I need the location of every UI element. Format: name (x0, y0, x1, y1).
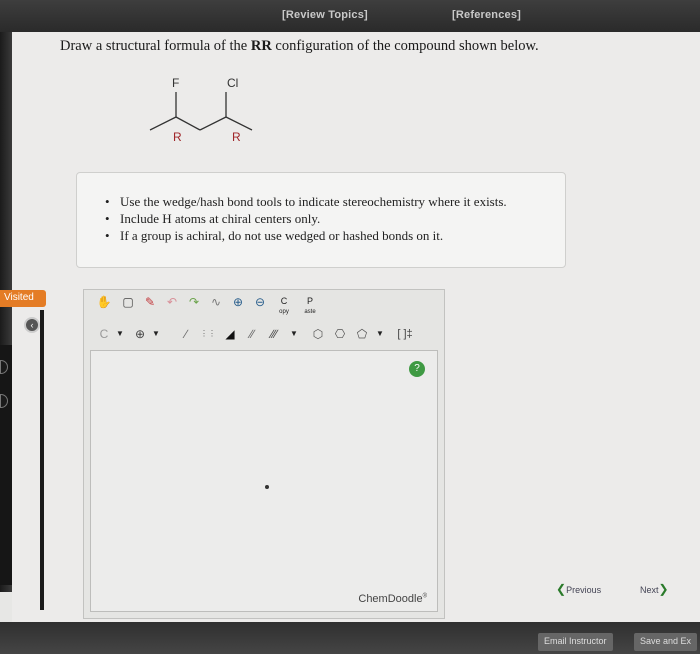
back-arrow-icon[interactable]: ‹ (24, 317, 40, 333)
chevron-down-icon[interactable]: ▼ (146, 324, 166, 344)
chevron-down-icon[interactable]: ▼ (110, 324, 130, 344)
previous-button[interactable]: ❮Previous (556, 582, 601, 596)
next-button[interactable]: Next❯ (640, 582, 669, 596)
molecule-r-label-right: R (232, 130, 241, 144)
wedge-bond-icon[interactable]: ◢ (220, 324, 240, 344)
chevron-down-icon[interactable]: ▼ (370, 324, 390, 344)
instruction-item: Use the wedge/hash bond tools to indicat… (105, 193, 507, 210)
toolbar-bottom: C ▼ ⊕ ▼ ∕ ⋮⋮ ◢ ∕∕ ∕∕∕ ▼ ⬡ ⎔ ⬠ ▼ [ ]‡ (90, 324, 440, 352)
cyclohexane-icon[interactable]: ⬡ (308, 324, 328, 344)
previous-arrow-icon: ❮ (556, 582, 567, 596)
chemdoodle-brand-mark: ® (422, 593, 427, 600)
save-and-exit-button[interactable]: Save and Ex (634, 633, 698, 651)
top-bar: [Review Topics] [References] (0, 0, 700, 32)
left-strip-dark (0, 345, 12, 585)
chemdoodle-brand: ChemDoodle® (358, 593, 427, 605)
copy-button-bottom: opy (279, 309, 289, 315)
question-text-bold: RR (250, 38, 272, 54)
instruction-item: If a group is achiral, do not use wedged… (105, 227, 507, 244)
toolbar-top: ✋ ▢ ✎ ↶ ↷ ∿ ⊕ ⊖ C opy P aste (90, 292, 390, 320)
zoom-out-icon[interactable]: ⊖ (250, 292, 270, 312)
references-link[interactable]: [References] (452, 9, 521, 21)
paste-button-top: P (306, 296, 313, 306)
review-topics-link[interactable]: [Review Topics] (282, 9, 368, 21)
molecule-cl-label: Cl (227, 76, 238, 90)
hash-bond-icon[interactable]: ⋮⋮ (198, 324, 218, 344)
undo-icon[interactable]: ↶ (162, 292, 182, 312)
single-bond-icon[interactable]: ∕ (176, 324, 196, 344)
paste-button[interactable]: P aste (300, 297, 320, 317)
next-label: Next (640, 585, 659, 595)
molecule-r-label-left: R (173, 130, 182, 144)
eraser-icon[interactable]: ✎ (140, 292, 160, 312)
redo-icon[interactable]: ↷ (184, 292, 204, 312)
molecule-structure: F Cl R R (149, 76, 253, 144)
hand-tool-icon[interactable]: ✋ (94, 292, 114, 312)
copy-button[interactable]: C opy (274, 297, 294, 317)
next-arrow-icon: ❯ (658, 582, 669, 596)
vertical-divider (40, 310, 44, 610)
bottom-bar: Email Instructor Save and Ex (0, 622, 700, 654)
benzene-icon[interactable]: ⎔ (330, 324, 350, 344)
chemdoodle-sketcher: ✋ ▢ ✎ ↶ ↷ ∿ ⊕ ⊖ C opy P aste C ▼ ⊕ ▼ ∕ ⋮… (83, 289, 445, 619)
double-bond-icon[interactable]: ∕∕ (242, 324, 262, 344)
copy-button-top: C (280, 296, 288, 306)
instructions-box: Use the wedge/hash bond tools to indicat… (76, 172, 566, 268)
email-instructor-button[interactable]: Email Instructor (538, 633, 613, 651)
cyclopentane-icon[interactable]: ⬠ (352, 324, 372, 344)
chemdoodle-brand-name: ChemDoodle (358, 593, 423, 605)
chevron-down-icon[interactable]: ▼ (284, 324, 304, 344)
top-links: [Review Topics] [References] (0, 9, 700, 25)
question-text-pre: Draw a structural formula of the (60, 38, 251, 54)
visited-badge: Visited (0, 290, 46, 307)
charge-bracket-tool[interactable]: [ ]‡ (390, 324, 420, 344)
clear-icon[interactable]: ▢ (118, 292, 138, 312)
triple-bond-icon[interactable]: ∕∕∕ (264, 324, 284, 344)
canvas-dot (265, 485, 269, 489)
lasso-icon[interactable]: ∿ (206, 292, 226, 312)
paste-button-bottom: aste (304, 309, 316, 315)
drawing-canvas[interactable]: ? ChemDoodle® (90, 350, 438, 612)
zoom-in-icon[interactable]: ⊕ (228, 292, 248, 312)
instructions-list: Use the wedge/hash bond tools to indicat… (105, 193, 507, 244)
previous-label: Previous (566, 585, 602, 595)
instruction-item: Include H atoms at chiral centers only. (105, 210, 507, 227)
question-text: Draw a structural formula of the RR conf… (60, 38, 660, 55)
question-text-post: configuration of the compound shown belo… (271, 38, 539, 54)
help-icon[interactable]: ? (409, 361, 425, 377)
molecule-f-label: F (172, 76, 179, 90)
